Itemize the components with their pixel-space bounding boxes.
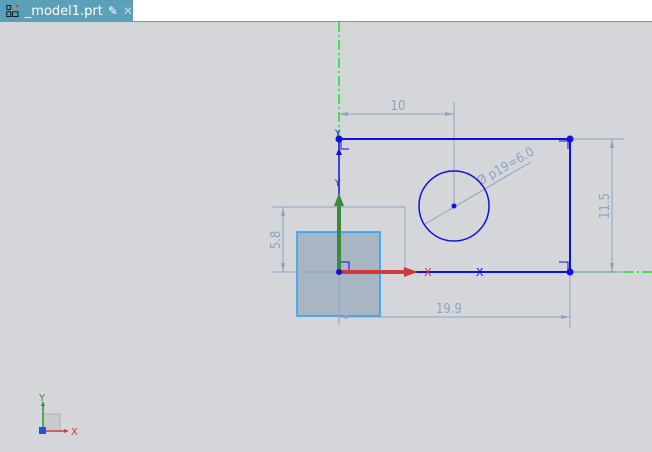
x-marker-red: X xyxy=(424,266,432,279)
sketch-y-arrow-icon xyxy=(334,193,344,206)
part-file-icon xyxy=(6,5,19,17)
triad-x-label: X xyxy=(71,427,78,438)
sketch-x-arrow-icon xyxy=(404,267,418,277)
x-marker-blue: X xyxy=(476,266,484,279)
edit-icon[interactable]: ✎ xyxy=(108,4,118,18)
tab-bar: _model1.prt ✎ ✕ xyxy=(0,0,652,22)
dimension-19-9[interactable]: 19.9 xyxy=(436,302,462,317)
dimension-diameter[interactable]: Ø p19=6.0 xyxy=(475,145,538,190)
dimension-5-8[interactable]: 5.8 xyxy=(269,231,284,250)
circle-center-point[interactable] xyxy=(451,203,457,209)
dimension-10[interactable]: 10 xyxy=(391,99,406,114)
dimension-11-5[interactable]: 11.5 xyxy=(598,193,613,219)
triad-y-label: Y xyxy=(38,393,46,404)
close-icon[interactable]: ✕ xyxy=(123,4,133,18)
triad-origin-icon xyxy=(39,427,46,434)
origin-point[interactable] xyxy=(336,269,342,275)
tab-title: _model1.prt xyxy=(24,3,103,19)
y-marker: Y xyxy=(334,129,341,139)
graphics-window[interactable]: 10 11.5 5.8 19.9 Ø p19=6.0 Y Y X X Y X xyxy=(0,22,652,452)
tab-model1[interactable]: _model1.prt ✎ ✕ xyxy=(0,0,133,22)
view-triad: Y X xyxy=(38,393,78,438)
y-marker-2: Y xyxy=(334,179,341,189)
